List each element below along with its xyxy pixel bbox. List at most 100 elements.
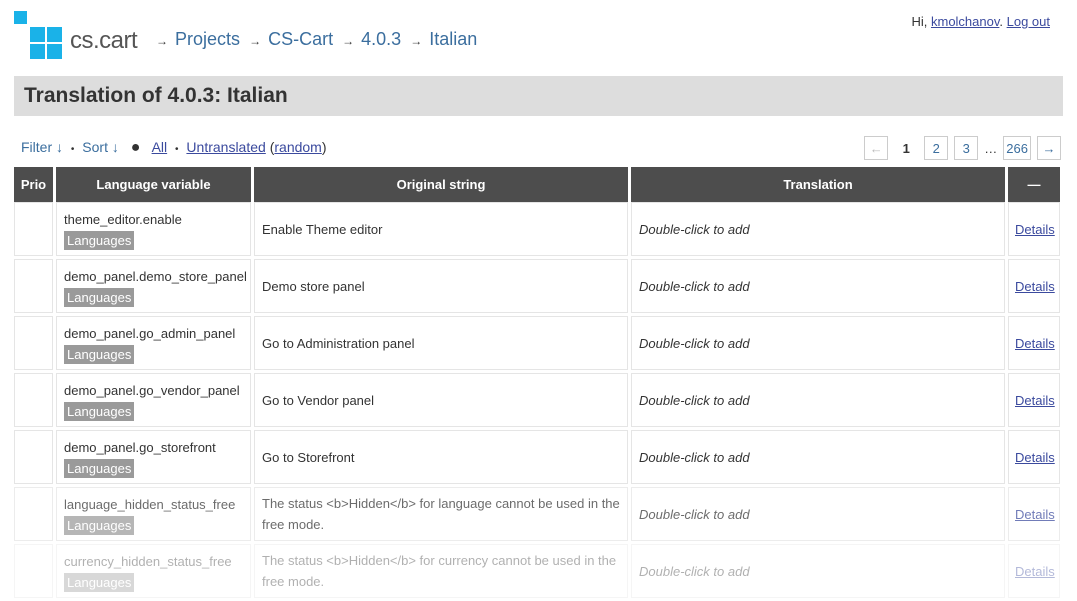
- context-tag: Languages: [64, 402, 135, 421]
- breadcrumb-language[interactable]: Italian: [429, 29, 477, 49]
- logo-text: cs.cart: [70, 27, 138, 54]
- table-row: demo_panel.go_admin_panel Languages Go t…: [14, 316, 1063, 373]
- breadcrumb-version[interactable]: 4.0.3: [361, 29, 401, 49]
- page-last[interactable]: 266: [1003, 136, 1031, 160]
- context-tag: Languages: [64, 459, 135, 478]
- page-1: 1: [894, 136, 919, 160]
- breadcrumb-arrow: →: [156, 34, 168, 48]
- variable-name: theme_editor.enable: [64, 212, 182, 227]
- logout-link[interactable]: Log out: [1007, 14, 1050, 29]
- greeting: Hi,: [911, 14, 928, 29]
- page-title: Translation of 4.0.3: Italian: [24, 84, 288, 107]
- prio-cell: [14, 316, 56, 373]
- breadcrumb-arrow: →: [342, 34, 355, 48]
- variable-cell: currency_hidden_status_free Languages: [56, 544, 254, 601]
- sort-toggle[interactable]: Sort ↓: [82, 139, 119, 155]
- actions-cell: Details: [1008, 316, 1063, 373]
- breadcrumb-cs-cart[interactable]: CS-Cart: [268, 29, 333, 49]
- variable-name: demo_panel.go_admin_panel: [64, 326, 236, 341]
- variable-cell: demo_panel.go_storefront Languages: [56, 430, 254, 487]
- separator-dot: •: [175, 144, 179, 155]
- context-tag: Languages: [64, 345, 135, 364]
- original-cell: Go to Administration panel: [254, 316, 631, 373]
- col-translation: Translation: [631, 167, 1008, 202]
- bullet-icon: ●: [130, 139, 141, 156]
- filter-all[interactable]: All: [152, 139, 168, 155]
- pager-ellipsis: …: [984, 140, 998, 156]
- next-page-button[interactable]: →: [1037, 136, 1061, 160]
- translations-table: Prio Language variable Original string T…: [14, 167, 1063, 601]
- details-link[interactable]: Details: [1015, 336, 1055, 351]
- logo-square: [30, 27, 45, 42]
- page-3[interactable]: 3: [954, 136, 979, 160]
- details-link[interactable]: Details: [1015, 564, 1055, 579]
- variable-cell: demo_panel.go_vendor_panel Languages: [56, 373, 254, 430]
- context-tag: Languages: [64, 573, 135, 592]
- variable-name: language_hidden_status_free: [64, 497, 236, 512]
- original-cell: Go to Vendor panel: [254, 373, 631, 430]
- table-row: demo_panel.go_storefront Languages Go to…: [14, 430, 1063, 487]
- cs-cart-logo[interactable]: cs.cart: [14, 11, 139, 59]
- original-cell: Demo store panel: [254, 259, 631, 316]
- actions-cell: Details: [1008, 430, 1063, 487]
- actions-cell: Details: [1008, 487, 1063, 544]
- details-link[interactable]: Details: [1015, 507, 1055, 522]
- col-prio: Prio: [14, 167, 56, 202]
- actions-cell: Details: [1008, 373, 1063, 430]
- breadcrumb-arrow: →: [249, 34, 262, 48]
- translation-cell[interactable]: Double-click to add: [631, 430, 1008, 487]
- variable-cell: theme_editor.enable Languages: [56, 202, 254, 259]
- translation-cell[interactable]: Double-click to add: [631, 487, 1008, 544]
- context-tag: Languages: [64, 231, 135, 250]
- logo-square: [30, 44, 45, 59]
- original-cell: The status <b>Hidden</b> for currency ca…: [254, 544, 631, 601]
- prio-cell: [14, 202, 56, 259]
- prio-cell: [14, 544, 56, 601]
- variable-cell: demo_panel.go_admin_panel Languages: [56, 316, 254, 373]
- original-cell: Enable Theme editor: [254, 202, 631, 259]
- table-header: Prio Language variable Original string T…: [14, 167, 1063, 202]
- original-cell: The status <b>Hidden</b> for language ca…: [254, 487, 631, 544]
- actions-cell: Details: [1008, 544, 1063, 601]
- translation-cell[interactable]: Double-click to add: [631, 373, 1008, 430]
- variable-name: currency_hidden_status_free: [64, 554, 232, 569]
- translation-cell[interactable]: Double-click to add: [631, 259, 1008, 316]
- table-row: theme_editor.enable Languages Enable The…: [14, 202, 1063, 259]
- separator-dot: •: [70, 144, 75, 155]
- variable-cell: demo_panel.demo_store_panel Languages: [56, 259, 254, 316]
- filter-toggle[interactable]: Filter ↓: [21, 139, 63, 155]
- breadcrumb-arrow: →: [410, 34, 423, 48]
- table-row: demo_panel.demo_store_panel Languages De…: [14, 259, 1063, 316]
- original-cell: Go to Storefront: [254, 430, 631, 487]
- page-2[interactable]: 2: [924, 136, 949, 160]
- breadcrumb: → Projects → CS-Cart → 4.0.3 → Italian: [156, 29, 481, 50]
- username-link[interactable]: kmolchanov: [931, 14, 999, 29]
- table-row: language_hidden_status_free Languages Th…: [14, 487, 1063, 544]
- col-actions: —: [1008, 167, 1063, 202]
- table-row: demo_panel.go_vendor_panel Languages Go …: [14, 373, 1063, 430]
- translation-cell[interactable]: Double-click to add: [631, 544, 1008, 601]
- prio-cell: [14, 430, 56, 487]
- logo-square: [47, 44, 62, 59]
- filter-random[interactable]: random: [274, 139, 321, 155]
- details-link[interactable]: Details: [1015, 222, 1055, 237]
- translation-cell[interactable]: Double-click to add: [631, 202, 1008, 259]
- prev-page-button[interactable]: ←: [864, 136, 889, 160]
- table-row: currency_hidden_status_free Languages Th…: [14, 544, 1063, 601]
- logo-square-small: [14, 11, 27, 24]
- user-box: Hi, kmolchanov. Log out: [911, 14, 1050, 29]
- prio-cell: [14, 487, 56, 544]
- breadcrumb-projects[interactable]: Projects: [175, 29, 240, 49]
- filter-untranslated[interactable]: Untranslated: [186, 139, 265, 155]
- translation-cell[interactable]: Double-click to add: [631, 316, 1008, 373]
- details-link[interactable]: Details: [1015, 450, 1055, 465]
- variable-name: demo_panel.go_storefront: [64, 440, 216, 455]
- prio-cell: [14, 373, 56, 430]
- variable-cell: language_hidden_status_free Languages: [56, 487, 254, 544]
- variable-name: demo_panel.demo_store_panel: [64, 269, 247, 284]
- context-tag: Languages: [64, 516, 135, 535]
- details-link[interactable]: Details: [1015, 279, 1055, 294]
- context-tag: Languages: [64, 288, 135, 307]
- details-link[interactable]: Details: [1015, 393, 1055, 408]
- actions-cell: Details: [1008, 259, 1063, 316]
